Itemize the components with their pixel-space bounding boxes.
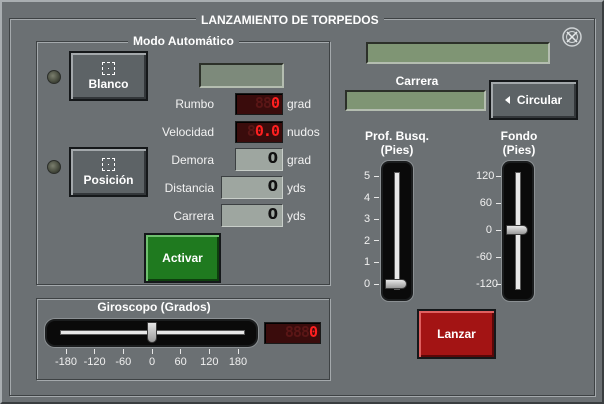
run-display [345, 90, 486, 111]
position-indicator-led [47, 160, 61, 174]
bottom-ticks-tick-label: 60 [479, 197, 492, 209]
depth-ticks-tick [374, 175, 379, 177]
gyro-tick [122, 349, 124, 354]
bottom-ticks-tick-label: 0 [485, 224, 492, 236]
distance-field[interactable]: 0 [221, 176, 283, 199]
gyro-tick-label: 60 [174, 356, 187, 368]
bottom-ticks-tick [496, 202, 501, 204]
crosshair-reticle-icon [102, 157, 115, 171]
gyro-tick-label: 0 [148, 356, 156, 368]
bottom-ticks-tick [496, 175, 501, 177]
target-info-display [199, 63, 284, 88]
run-distance-field[interactable]: 0 [221, 204, 283, 227]
depth-ticks-tick-label: 4 [364, 191, 371, 204]
heading-label: Rumbo [175, 97, 214, 111]
gyro-tick [65, 349, 67, 354]
target-button-label: Blanco [88, 76, 129, 91]
search-depth-unit: (Pies) [380, 143, 414, 157]
bottom-ticks-tick [496, 229, 501, 231]
close-x-circle-icon[interactable] [561, 26, 583, 48]
depth-ticks-tick [374, 197, 379, 199]
circular-button-label: Circular [516, 93, 563, 107]
bottom-depth-unit: (Pies) [502, 143, 536, 157]
auto-mode-title: Modo Automático [128, 34, 239, 48]
distance-unit: yds [287, 181, 306, 195]
heading-unit: grad [287, 97, 312, 111]
bottom-depth-label: Fondo [500, 129, 538, 143]
bottom-ticks-tick-label: -120 [476, 278, 499, 290]
run-distance-unit: yds [287, 209, 306, 223]
depth-ticks-tick-label: 3 [364, 213, 371, 226]
gyro-tick [237, 349, 239, 354]
search-depth-label: Prof. Busq. [364, 129, 429, 143]
bearing-label: Demora [171, 153, 214, 167]
run-distance-label: Carrera [173, 209, 214, 223]
crosshair-reticle-icon [102, 61, 115, 75]
position-button-label: Posición [83, 172, 134, 187]
gyro-tick-label: 120 [200, 356, 219, 368]
search-depth-slider-thumb[interactable] [385, 279, 407, 289]
depth-ticks-tick-label: 2 [364, 234, 371, 247]
search-depth-slider-groove [394, 172, 400, 290]
speed-label: Velocidad [161, 125, 214, 139]
run-label: Carrera [395, 74, 439, 88]
gyro-tick [94, 349, 96, 354]
triangle-left-icon [504, 96, 510, 104]
bearing-field[interactable]: 0 [235, 148, 283, 171]
depth-ticks-tick [374, 240, 379, 242]
depth-ticks-tick-label: 0 [364, 278, 371, 290]
panel-title: LANZAMIENTO DE TORPEDOS [196, 13, 384, 27]
circular-button[interactable]: Circular [489, 80, 578, 120]
launch-button[interactable]: Lanzar [417, 309, 496, 359]
status-display [366, 42, 550, 64]
bottom-ticks-tick-label: -60 [476, 251, 492, 263]
gyro-tick-label: -60 [115, 356, 132, 368]
gyro-tick-label: 180 [228, 356, 248, 368]
depth-ticks-tick [374, 218, 379, 220]
bearing-unit: grad [287, 153, 312, 167]
distance-label: Distancia [164, 181, 214, 195]
activate-button[interactable]: Activar [144, 233, 221, 283]
bottom-ticks-tick [496, 256, 501, 258]
speed-readout: 80.0 [235, 121, 283, 143]
speed-unit: nudos [287, 125, 320, 139]
position-button[interactable]: Posición [69, 147, 148, 197]
depth-ticks-tick-label: 1 [364, 256, 371, 269]
torpedo-launch-panel: LANZAMIENTO DE TORPEDOS Modo Automático … [0, 0, 604, 404]
bottom-depth-slider-thumb[interactable] [506, 225, 528, 235]
target-button[interactable]: Blanco [69, 51, 148, 101]
bottom-ticks-tick-label: 120 [476, 170, 495, 182]
gyro-tick-label: -120 [83, 356, 106, 368]
gyro-title: Giroscopo (Grados) [97, 300, 211, 314]
gyro-tick-label: -180 [54, 356, 78, 368]
target-indicator-led [47, 70, 61, 84]
gyro-tick [180, 349, 182, 354]
depth-ticks-tick [374, 261, 379, 263]
depth-ticks-tick [374, 283, 379, 285]
gyro-tick [208, 349, 210, 354]
gyro-readout: 8880 [264, 322, 321, 344]
gyro-tick [151, 349, 153, 354]
gyro-slider-thumb[interactable] [147, 322, 157, 343]
heading-readout: 880 [235, 93, 283, 115]
depth-ticks-tick-label: 5 [364, 170, 371, 182]
